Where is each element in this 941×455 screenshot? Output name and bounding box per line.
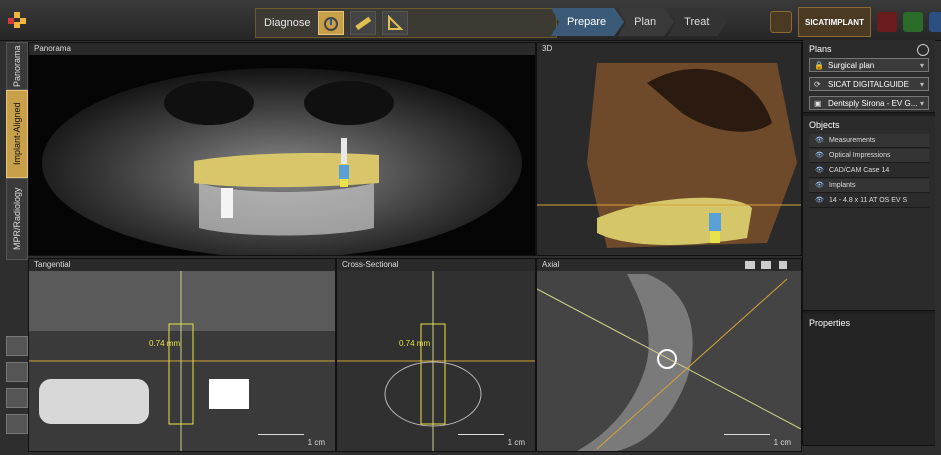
angle-icon[interactable]: [382, 11, 409, 35]
tab-mpr-radiology[interactable]: MPR/Radiology: [6, 178, 28, 260]
split-icon[interactable]: [6, 414, 28, 434]
tab-panorama[interactable]: Panorama: [6, 42, 28, 90]
air-app-icon[interactable]: [902, 12, 923, 32]
eye-icon[interactable]: 👁: [815, 179, 824, 193]
cross-sectional-image: [337, 271, 535, 451]
tab-implant-aligned-label: Implant-Aligned: [12, 102, 22, 166]
properties-title: Properties: [809, 318, 851, 328]
guide-select[interactable]: ⟳ SICAT DIGITALGUIDE ▾: [809, 77, 929, 91]
chevron-down-icon: ▾: [919, 99, 924, 108]
objects-row-implant-14[interactable]: 👁 14 - 4.8 x 11 AT OS EV S: [809, 194, 929, 208]
step-prepare[interactable]: Prepare: [551, 8, 624, 36]
viewport-tangential[interactable]: Tangential 0.74 mm 1 cm: [28, 258, 336, 452]
tab-implant-aligned[interactable]: Implant-Aligned: [6, 90, 28, 178]
step-plan[interactable]: Plan: [618, 8, 674, 36]
guide-select-value: SICAT DIGITALGUIDE: [828, 80, 909, 89]
objects-row-measurements[interactable]: 👁 Measurements: [809, 134, 929, 148]
step-treat[interactable]: Treat: [668, 8, 727, 36]
objects-row-label: 14 - 4.8 x 11 AT OS EV S: [829, 197, 908, 204]
plans-section: Plans 🔒 Surgical plan ▾ ⟳ SICAT DIGITALG…: [803, 40, 935, 113]
suite-app-icon[interactable]: [928, 12, 941, 32]
workflow-bar: Diagnose Prepare Plan Treat: [255, 8, 727, 38]
objects-row-cadcam[interactable]: 👁 CAD/CAM Case 14: [809, 164, 929, 178]
panorama-image: [29, 55, 535, 255]
chevron-down-icon: ▾: [919, 80, 924, 89]
objects-row-label: Measurements: [829, 137, 876, 144]
objects-row-label: Optical Impressions: [829, 152, 891, 159]
lock-icon: 🔒: [814, 61, 824, 70]
sleeve-select-value: Dentsply Sirona - EV G...: [828, 99, 918, 108]
step-prepare-label: Prepare: [567, 16, 607, 28]
ct-icon[interactable]: [318, 11, 345, 35]
sleeve-icon: ▣: [814, 99, 822, 108]
app-window: Diagnose Prepare Plan Treat SICATIMPLANT: [0, 0, 941, 455]
tangential-image: [29, 271, 335, 451]
settings-icon[interactable]: [917, 44, 929, 56]
ruler-icon[interactable]: [350, 11, 377, 35]
objects-section: Objects 👁 Measurements 👁 Optical Impress…: [803, 116, 935, 377]
plans-title: Plans: [809, 44, 832, 54]
layout-icon[interactable]: [6, 388, 28, 408]
app-tab-label: SICATIMPLANT: [805, 17, 864, 27]
chevron-down-icon: ▾: [919, 61, 924, 70]
viewport-cross-sectional[interactable]: Cross-Sectional 0.74 mm 1 cm: [336, 258, 536, 452]
sleeve-select[interactable]: ▣ Dentsply Sirona - EV G... ▾: [809, 96, 929, 110]
axial-image: [537, 271, 801, 451]
eye-icon[interactable]: 👁: [815, 194, 824, 208]
eye-icon[interactable]: 👁: [815, 164, 824, 178]
objects-row-optical-impressions[interactable]: 👁 Optical Impressions: [809, 149, 929, 163]
plan-select-value: Surgical plan: [828, 61, 875, 70]
objects-row-implants[interactable]: 👁 Implants: [809, 179, 929, 193]
objects-title: Objects: [809, 120, 840, 130]
objects-row-label: CAD/CAM Case 14: [829, 167, 890, 174]
tab-mpr-label: MPR/Radiology: [12, 187, 22, 251]
step-plan-label: Plan: [634, 16, 657, 28]
export-icon[interactable]: [6, 362, 28, 382]
sicat-logo: [8, 10, 28, 28]
tab-panorama-label: Panorama: [12, 45, 22, 87]
3d-skull-image: [537, 55, 801, 255]
top-toolbar: Diagnose Prepare Plan Treat SICATIMPLANT: [0, 0, 941, 41]
cross-sectional-measurement: 0.74 mm: [399, 339, 431, 348]
sicat-implant-tab[interactable]: SICATIMPLANT: [798, 7, 871, 37]
viewport-3d[interactable]: 3D: [536, 42, 802, 256]
function-app-icon[interactable]: [876, 12, 897, 32]
cross-sectional-scale: 1 cm: [456, 434, 525, 447]
diagnose-step[interactable]: Diagnose: [255, 8, 557, 38]
objects-row-label: Implants: [829, 182, 856, 189]
step-treat-label: Treat: [684, 16, 710, 28]
right-panel: Plans 🔒 Surgical plan ▾ ⟳ SICAT DIGITALG…: [802, 40, 935, 446]
refresh-icon: ⟳: [814, 80, 821, 89]
app-switcher: SICATIMPLANT: [770, 7, 941, 37]
axial-scale: 1 cm: [722, 434, 791, 447]
viewport-axial[interactable]: Axial ☀ 1 cm: [536, 258, 802, 452]
properties-section: Properties: [803, 314, 935, 446]
tangential-measurement: 0.74 mm: [149, 339, 181, 348]
eye-icon[interactable]: 👁: [815, 134, 824, 148]
eye-icon[interactable]: 👁: [815, 149, 824, 163]
plan-select[interactable]: 🔒 Surgical plan ▾: [809, 58, 929, 72]
window-icon[interactable]: [770, 11, 792, 33]
diagnose-label: Diagnose: [264, 17, 311, 29]
screenshot-icon[interactable]: [6, 336, 28, 356]
viewport-panorama[interactable]: Panorama: [28, 42, 536, 256]
tangential-scale: 1 cm: [256, 434, 325, 447]
left-tool-buttons: [6, 336, 28, 440]
